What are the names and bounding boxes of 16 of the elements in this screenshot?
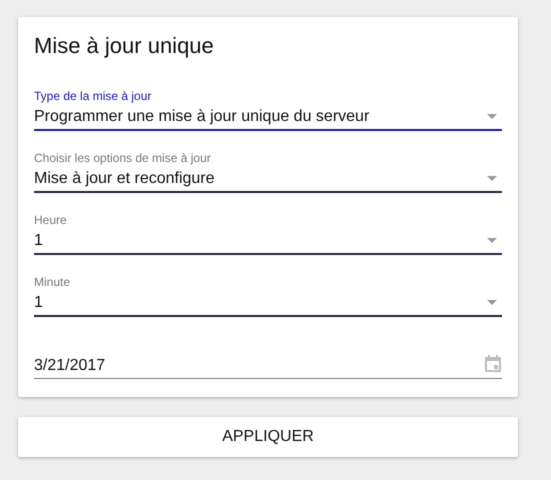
- select-field[interactable]: Mise à jour et reconfigure: [34, 166, 502, 193]
- field-label: Minute: [34, 275, 72, 289]
- card-title: Mise à jour unique: [34, 32, 215, 60]
- dropdown-caret-icon: [487, 114, 497, 119]
- field-label: Heure: [34, 213, 68, 227]
- dropdown-caret-icon: [487, 238, 497, 243]
- field-label: Choisir les options de mise à jour: [34, 151, 212, 165]
- select-field[interactable]: 1: [34, 228, 502, 255]
- date-field[interactable]: 3/21/2017: [34, 353, 502, 379]
- apply-button[interactable]: APPLIQUER: [18, 417, 518, 457]
- dropdown-caret-icon: [487, 176, 497, 181]
- field-label: Type de la mise à jour: [34, 89, 152, 103]
- select-field[interactable]: 1: [34, 290, 502, 317]
- dropdown-caret-icon: [487, 300, 497, 305]
- calendar-icon[interactable]: [485, 355, 501, 372]
- select-field[interactable]: Programmer une mise à jour unique du serveur: [34, 104, 502, 131]
